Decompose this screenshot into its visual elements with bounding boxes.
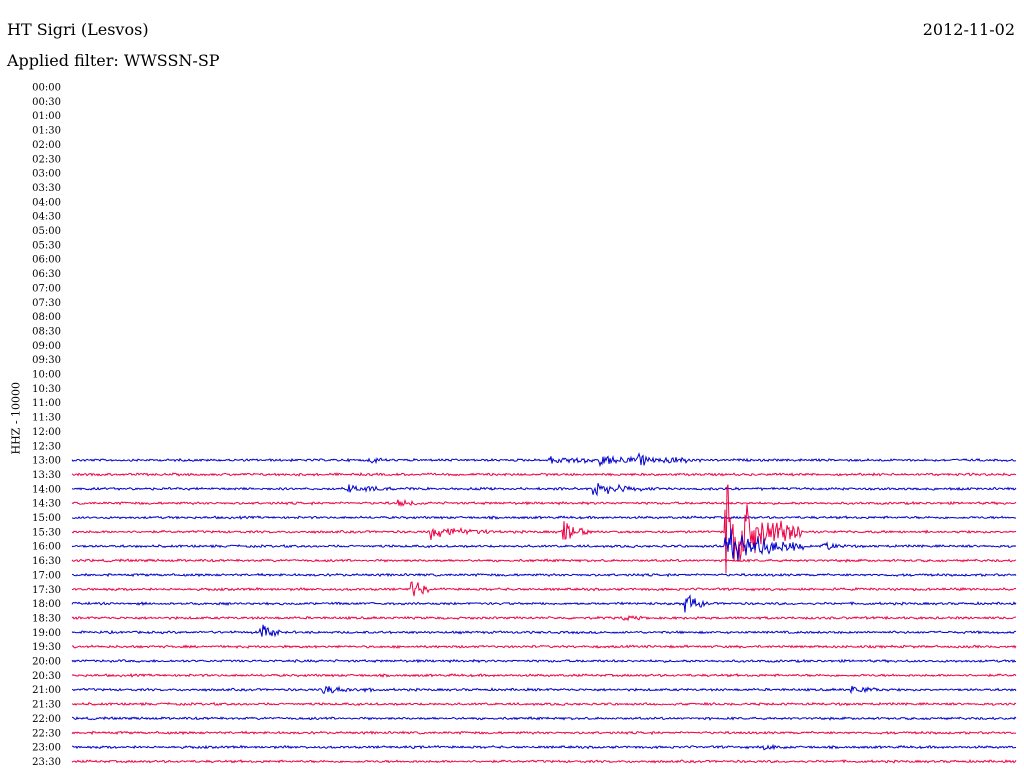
time-label: 03:30 <box>32 183 61 194</box>
seismic-trace-2130 <box>71 701 1017 707</box>
seismic-trace-1400 <box>71 483 1017 497</box>
time-label: 01:00 <box>32 111 61 122</box>
seismic-trace-2100 <box>71 685 1017 695</box>
seismic-trace-1430 <box>71 498 1017 508</box>
seismic-trace-1800 <box>71 594 1017 613</box>
time-label: 11:00 <box>32 398 61 409</box>
time-label: 04:00 <box>32 197 61 208</box>
time-label: 00:00 <box>32 83 61 94</box>
time-label: 08:30 <box>32 326 61 337</box>
time-label: 14:30 <box>32 499 61 510</box>
time-label: 23:00 <box>32 743 61 754</box>
seismic-trace-1330 <box>71 471 1017 477</box>
helicorder-plot: 00:00 00:30 01:00 01:30 02:00 02:30 03:00 03:30… <box>32 83 1017 768</box>
seismic-trace-2230 <box>71 730 1017 736</box>
time-label: 08:00 <box>32 312 61 323</box>
seismic-trace-1830 <box>71 615 1017 622</box>
time-label: 17:30 <box>32 585 61 596</box>
seismic-trace-1730 <box>71 581 1017 597</box>
seismic-trace-2000 <box>71 658 1017 664</box>
time-label: 06:00 <box>32 255 61 266</box>
seismic-trace-2330 <box>71 758 1017 764</box>
time-label: 01:30 <box>32 126 61 137</box>
time-label: 05:00 <box>32 226 61 237</box>
time-axis-labels: 00:00 00:30 01:00 01:30 02:00 02:30 03:00 03:30… <box>32 83 61 768</box>
time-label: 12:00 <box>32 427 61 438</box>
time-label: 10:30 <box>32 384 61 395</box>
time-label: 22:00 <box>32 714 61 725</box>
seismic-trace-1930 <box>71 644 1017 649</box>
time-label: 20:30 <box>32 671 61 682</box>
seismic-trace-1500 <box>71 515 1017 520</box>
time-label: 07:00 <box>32 283 61 294</box>
time-label: 09:30 <box>32 355 61 366</box>
time-label: 15:00 <box>32 513 61 524</box>
time-label: 06:30 <box>32 269 61 280</box>
seismic-trace-1900 <box>71 624 1017 638</box>
time-label: 20:00 <box>32 657 61 668</box>
seismic-trace-2200 <box>71 716 1017 721</box>
seismic-trace-1600 <box>71 528 1017 562</box>
time-label: 19:30 <box>32 642 61 653</box>
time-label: 07:30 <box>32 298 61 309</box>
time-label: 02:00 <box>32 140 61 151</box>
seismic-trace-1630 <box>71 558 1017 563</box>
time-label: 05:30 <box>32 240 61 251</box>
time-label: 10:00 <box>32 370 61 381</box>
time-label: 16:30 <box>32 556 61 567</box>
time-label: 09:00 <box>32 341 61 352</box>
time-label: 22:30 <box>32 728 61 739</box>
time-label: 04:30 <box>32 212 61 223</box>
time-label: 19:00 <box>32 628 61 639</box>
seismic-trace-1700 <box>71 572 1017 578</box>
time-label: 18:30 <box>32 613 61 624</box>
seismic-traces <box>71 452 1017 764</box>
time-label: 03:00 <box>32 169 61 180</box>
seismic-trace-1300 <box>71 452 1017 468</box>
time-label: 00:30 <box>32 97 61 108</box>
time-label: 11:30 <box>32 413 61 424</box>
time-label: 16:00 <box>32 542 61 553</box>
time-label: 17:00 <box>32 570 61 581</box>
seismic-trace-2300 <box>71 743 1017 751</box>
seismic-trace-2030 <box>71 673 1017 678</box>
time-label: 21:00 <box>32 685 61 696</box>
time-label: 02:30 <box>32 154 61 165</box>
time-label: 12:30 <box>32 441 61 452</box>
time-label: 23:30 <box>32 757 61 768</box>
time-label: 15:30 <box>32 527 61 538</box>
time-label: 13:30 <box>32 470 61 481</box>
time-label: 18:00 <box>32 599 61 610</box>
time-label: 14:00 <box>32 484 61 495</box>
time-label: 21:30 <box>32 700 61 711</box>
time-label: 13:00 <box>32 456 61 467</box>
seismic-trace-1530 <box>71 484 1017 574</box>
